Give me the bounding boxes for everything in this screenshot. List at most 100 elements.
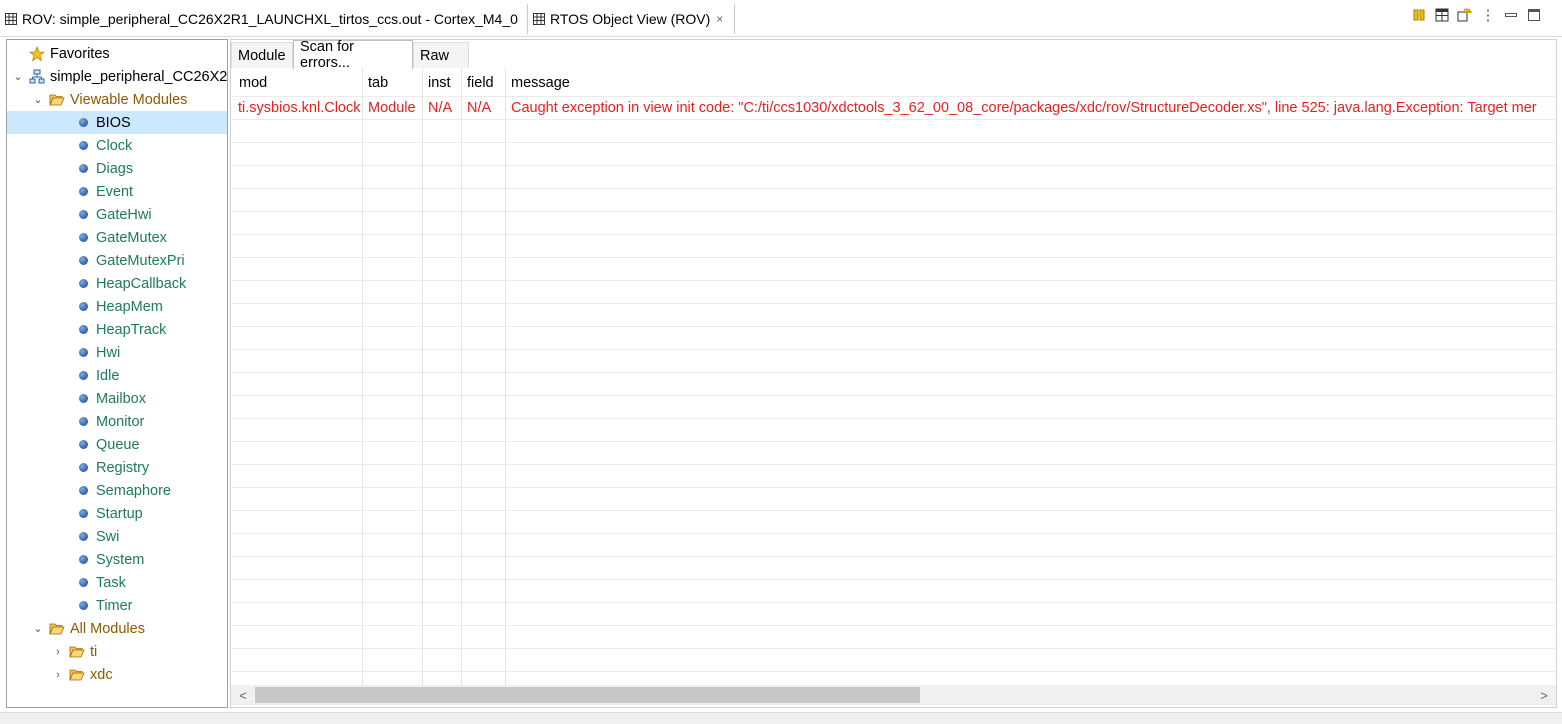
tree-item-module-mailbox[interactable]: Mailbox <box>7 387 227 410</box>
tree-label: All Modules <box>70 620 145 637</box>
tree-item-module-timer[interactable]: Timer <box>7 594 227 617</box>
tab-raw[interactable]: Raw <box>413 42 469 68</box>
tree-label: Diags <box>96 160 134 177</box>
module-dot-icon <box>75 207 91 223</box>
column-divider <box>505 68 506 685</box>
tree-item-program[interactable]: ⌄ simple_peripheral_CC26X2 <box>7 65 228 88</box>
tree-item-module-system[interactable]: System <box>7 548 227 571</box>
tree-item-module-bios[interactable]: BIOS <box>7 111 227 134</box>
row-divider <box>231 119 1556 120</box>
tree-item-favorites[interactable]: Favorites <box>7 42 227 65</box>
pause-icon[interactable] <box>1411 7 1427 23</box>
column-header-mod[interactable]: mod <box>233 70 362 96</box>
row-divider <box>231 418 1556 419</box>
folder-open-icon <box>49 92 65 108</box>
tree-item-module-gatemutexpri[interactable]: GateMutexPri <box>7 249 227 272</box>
row-divider <box>231 510 1556 511</box>
module-dot-icon <box>75 460 91 476</box>
module-dot-icon <box>75 138 91 154</box>
maximize-icon[interactable] <box>1526 7 1542 23</box>
row-divider <box>231 257 1556 258</box>
tab-rov-target[interactable]: ROV: simple_peripheral_CC26X2R1_LAUNCHXL… <box>0 4 526 34</box>
tree-item-module-swi[interactable]: Swi <box>7 525 227 548</box>
tree-label: Monitor <box>96 413 145 430</box>
tree-item-viewable-modules[interactable]: ⌄ Viewable Modules <box>7 88 227 111</box>
tree-label: Mailbox <box>96 390 146 407</box>
close-icon[interactable]: × <box>716 12 723 26</box>
tree-label: HeapCallback <box>96 275 187 292</box>
view-menu-icon[interactable]: ⋮ <box>1480 7 1496 24</box>
tree-label: Favorites <box>50 45 110 62</box>
column-header-message[interactable]: message <box>505 70 1556 96</box>
tree-label: HeapMem <box>96 298 163 315</box>
minimize-icon[interactable] <box>1503 7 1519 23</box>
tree-item-module-gatemutex[interactable]: GateMutex <box>7 226 227 249</box>
chevron-down-icon[interactable]: ⌄ <box>32 623 44 635</box>
view-toolbar: ⋮ <box>1411 7 1542 24</box>
tab-scan-for-errors[interactable]: Scan for errors... <box>293 40 413 71</box>
tab-label: Module <box>238 47 286 64</box>
tree-item-module-heaptrack[interactable]: HeapTrack <box>7 318 227 341</box>
chevron-right-icon[interactable]: › <box>52 669 64 681</box>
tree-item-module-clock[interactable]: Clock <box>7 134 227 157</box>
tree-label: simple_peripheral_CC26X2 <box>50 68 228 85</box>
tree-item-module-heapcallback[interactable]: HeapCallback <box>7 272 227 295</box>
tree-label: Clock <box>96 137 133 154</box>
tree-item-module-monitor[interactable]: Monitor <box>7 410 227 433</box>
rov-sub-tabs: Module Scan for errors... Raw <box>231 40 1556 71</box>
table-view-icon[interactable] <box>1434 7 1450 23</box>
module-dot-icon <box>75 483 91 499</box>
tree-item-package-xdc[interactable]: › xdc <box>7 663 227 686</box>
grid-icon <box>5 13 17 25</box>
tab-module[interactable]: Module <box>231 42 293 68</box>
column-divider <box>362 68 363 685</box>
tree-item-module-semaphore[interactable]: Semaphore <box>7 479 227 502</box>
scroll-left-arrow-icon[interactable]: < <box>233 685 253 705</box>
tab-label: Raw <box>420 47 450 64</box>
tree-item-module-diags[interactable]: Diags <box>7 157 227 180</box>
scrollbar-thumb[interactable] <box>255 687 920 703</box>
module-tree[interactable]: Favorites ⌄ simple_peripheral_CC26X2 ⌄ V… <box>6 39 228 708</box>
tree-item-all-modules[interactable]: ⌄ All Modules <box>7 617 227 640</box>
column-header-tab[interactable]: tab <box>362 70 422 96</box>
tree-item-package-ti[interactable]: › ti <box>7 640 227 663</box>
scroll-right-arrow-icon[interactable]: > <box>1534 685 1554 705</box>
tree-label: BIOS <box>96 114 131 131</box>
column-header-inst[interactable]: inst <box>422 70 461 96</box>
horizontal-scrollbar[interactable]: < > <box>231 685 1556 705</box>
tree-label: HeapTrack <box>96 321 167 338</box>
tree-label: Viewable Modules <box>70 91 188 108</box>
tree-item-module-gatehwi[interactable]: GateHwi <box>7 203 227 226</box>
module-dot-icon <box>75 253 91 269</box>
chevron-right-icon[interactable]: › <box>52 646 64 658</box>
cell-message: Caught exception in view init code: "C:/… <box>511 99 1537 116</box>
row-divider <box>231 602 1556 603</box>
module-dot-icon <box>75 322 91 338</box>
tree-label: Hwi <box>96 344 121 361</box>
program-icon <box>29 69 45 85</box>
column-header-field[interactable]: field <box>461 70 505 96</box>
row-divider <box>231 234 1556 235</box>
tree-item-module-hwi[interactable]: Hwi <box>7 341 227 364</box>
tree-item-module-task[interactable]: Task <box>7 571 227 594</box>
tree-item-module-startup[interactable]: Startup <box>7 502 227 525</box>
tree-item-module-registry[interactable]: Registry <box>7 456 227 479</box>
module-dot-icon <box>75 115 91 131</box>
tree-item-module-heapmem[interactable]: HeapMem <box>7 295 227 318</box>
tab-rtos-object-view[interactable]: RTOS Object View (ROV) × <box>527 4 735 34</box>
module-dot-icon <box>75 161 91 177</box>
tree-item-module-queue[interactable]: Queue <box>7 433 227 456</box>
chevron-down-icon[interactable]: ⌄ <box>32 94 44 106</box>
module-dot-icon <box>75 345 91 361</box>
package-folder-icon <box>69 644 85 660</box>
tree-label: xdc <box>90 666 113 683</box>
tree-item-module-event[interactable]: Event <box>7 180 227 203</box>
module-dot-icon <box>75 414 91 430</box>
tree-item-module-idle[interactable]: Idle <box>7 364 227 387</box>
table-row[interactable]: ti.sysbios.knl.Clock Module N/A N/A Caug… <box>231 96 1556 119</box>
star-icon <box>29 45 45 62</box>
refresh-icon[interactable] <box>1457 7 1473 23</box>
row-divider <box>231 303 1556 304</box>
chevron-down-icon[interactable]: ⌄ <box>12 71 24 83</box>
row-divider <box>231 188 1556 189</box>
